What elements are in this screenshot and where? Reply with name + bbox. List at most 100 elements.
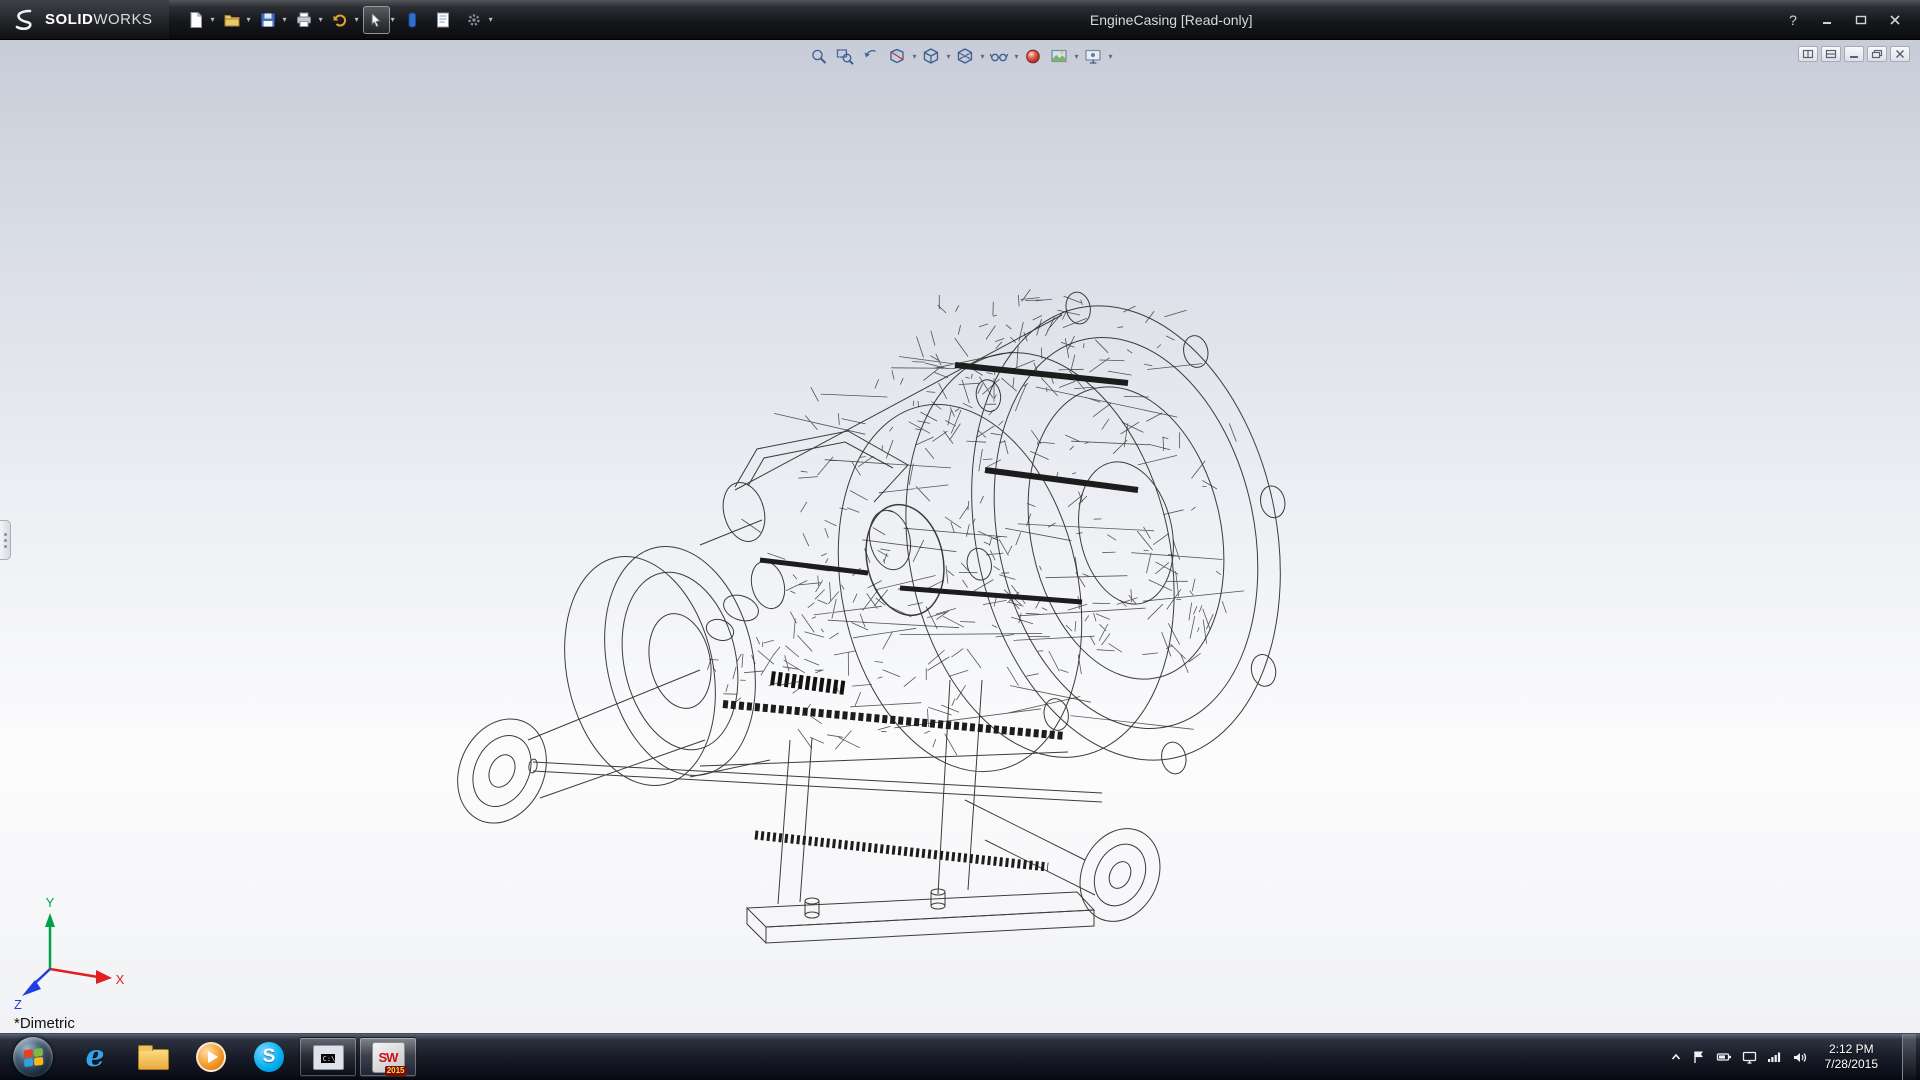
dropdown-caret[interactable]: ▾ xyxy=(489,16,493,24)
pane-button[interactable] xyxy=(1798,46,1818,62)
view-orientation-icon xyxy=(921,47,940,66)
internet-explorer-icon: e xyxy=(85,1042,104,1072)
taskbar-command-prompt[interactable]: C:\ xyxy=(299,1037,357,1077)
options-button[interactable] xyxy=(461,6,488,34)
pane-button[interactable] xyxy=(1821,46,1841,62)
section-view-icon xyxy=(887,47,906,66)
view-orientation-button[interactable] xyxy=(919,46,942,67)
previous-view-button[interactable] xyxy=(859,46,882,67)
volume-button[interactable] xyxy=(1792,1051,1807,1064)
dropdown-caret[interactable]: ▾ xyxy=(946,53,950,61)
pane-icon xyxy=(1802,49,1814,59)
heads-up-view-toolbar: ▾ ▾ ▾ ▾ xyxy=(807,46,1112,67)
orientation-triad: Y X Z xyxy=(10,893,140,1013)
zoom-to-area-button[interactable] xyxy=(833,46,856,67)
dropdown-caret[interactable]: ▾ xyxy=(912,53,916,61)
select-arrow-icon xyxy=(367,11,385,29)
clock-date: 7/28/2015 xyxy=(1825,1057,1878,1072)
titlebar: SOLIDWORKS ▾ ▾ xyxy=(0,0,1920,40)
power-icon xyxy=(1716,1051,1732,1063)
doc-close-button[interactable] xyxy=(1890,46,1910,62)
edit-appearance-button[interactable] xyxy=(1022,46,1045,67)
display-settings-button[interactable] xyxy=(1742,1051,1757,1064)
close-button[interactable] xyxy=(1880,9,1910,31)
solidworks-logo: SOLIDWORKS xyxy=(0,0,169,39)
new-document-button[interactable] xyxy=(183,6,210,34)
view-settings-button[interactable] xyxy=(1082,46,1105,67)
windows-taskbar: e S C:\ SW 2015 xyxy=(0,1033,1920,1080)
display-style-icon xyxy=(955,47,974,66)
section-view-button[interactable] xyxy=(885,46,908,67)
taskbar-solidworks[interactable]: SW 2015 xyxy=(359,1037,417,1077)
dropdown-caret[interactable]: ▾ xyxy=(319,16,323,24)
show-desktop-button[interactable] xyxy=(1902,1034,1916,1080)
dropdown-caret[interactable]: ▾ xyxy=(391,16,395,24)
graphics-area[interactable]: ▾ ▾ ▾ ▾ xyxy=(0,40,1920,1033)
open-button[interactable] xyxy=(219,6,246,34)
taskbar-windows-explorer[interactable] xyxy=(124,1034,182,1080)
start-button[interactable] xyxy=(0,1034,66,1080)
close-icon xyxy=(1889,15,1901,25)
tray-expand-icon xyxy=(1670,1052,1682,1062)
titlebar-toolbar: ▾ ▾ ▾ xyxy=(183,6,497,34)
minimize-icon xyxy=(1821,15,1833,25)
power-status-button[interactable] xyxy=(1716,1051,1732,1063)
solidworks-version-badge: 2015 xyxy=(385,1066,407,1076)
previous-view-icon xyxy=(861,47,880,66)
toolbox-icon xyxy=(403,11,421,29)
dropdown-caret[interactable]: ▾ xyxy=(247,16,251,24)
undo-icon xyxy=(331,11,349,29)
select-tool-button[interactable] xyxy=(363,6,390,34)
action-center-button[interactable] xyxy=(1692,1050,1706,1064)
file-properties-button[interactable] xyxy=(430,6,457,34)
taskbar-internet-explorer[interactable]: e xyxy=(66,1034,124,1080)
skype-icon: S xyxy=(254,1042,284,1072)
dropdown-caret[interactable]: ▾ xyxy=(211,16,215,24)
solidworks-logo-icon xyxy=(12,9,38,31)
taskbar-clock[interactable]: 2:12 PM 7/28/2015 xyxy=(1817,1042,1886,1072)
dropdown-caret[interactable]: ▾ xyxy=(980,53,984,61)
dropdown-caret[interactable]: ▾ xyxy=(355,16,359,24)
hide-show-items-button[interactable] xyxy=(988,46,1011,67)
tray-expand-button[interactable] xyxy=(1670,1052,1682,1062)
print-button[interactable] xyxy=(291,6,318,34)
volume-icon xyxy=(1792,1051,1807,1064)
doc-restore-button[interactable] xyxy=(1867,46,1887,62)
brand-text: SOLIDWORKS xyxy=(45,11,153,28)
help-button[interactable]: ? xyxy=(1778,9,1808,31)
task-pane-tab[interactable] xyxy=(0,520,11,560)
window-title: EngineCasing [Read-only] xyxy=(1090,12,1253,28)
zoom-to-fit-button[interactable] xyxy=(807,46,830,67)
solidworks-window: SOLIDWORKS ▾ ▾ xyxy=(0,0,1920,1080)
minimize-button[interactable] xyxy=(1812,9,1842,31)
dropdown-caret[interactable]: ▾ xyxy=(1109,53,1113,61)
dropdown-caret[interactable]: ▾ xyxy=(1015,53,1019,61)
folder-icon xyxy=(138,1049,169,1070)
restore-icon xyxy=(1871,49,1883,59)
taskbar-skype[interactable]: S xyxy=(240,1034,298,1080)
toolbox-button[interactable] xyxy=(399,6,426,34)
triad-x-label: X xyxy=(116,972,125,987)
apply-scene-button[interactable] xyxy=(1048,46,1071,67)
wireframe-model[interactable] xyxy=(441,259,1335,943)
engine-casing-wireframe xyxy=(0,40,1920,1033)
undo-button[interactable] xyxy=(327,6,354,34)
dropdown-caret[interactable]: ▾ xyxy=(1075,53,1079,61)
doc-minimize-button[interactable] xyxy=(1844,46,1864,62)
hide-show-items-glasses-icon xyxy=(990,47,1009,66)
window-controls: ? xyxy=(1778,9,1920,31)
view-settings-icon xyxy=(1084,47,1103,66)
taskbar-media-player[interactable] xyxy=(182,1034,240,1080)
network-status-button[interactable] xyxy=(1767,1051,1782,1063)
new-document-icon xyxy=(187,11,205,29)
minimize-icon xyxy=(1848,49,1860,59)
edit-appearance-sphere-icon xyxy=(1024,47,1043,66)
save-button[interactable] xyxy=(255,6,282,34)
document-window-controls xyxy=(1798,46,1910,62)
zoom-to-fit-icon xyxy=(809,47,828,66)
network-icon xyxy=(1767,1051,1782,1063)
open-icon xyxy=(223,11,241,29)
dropdown-caret[interactable]: ▾ xyxy=(283,16,287,24)
maximize-button[interactable] xyxy=(1846,9,1876,31)
display-style-button[interactable] xyxy=(953,46,976,67)
